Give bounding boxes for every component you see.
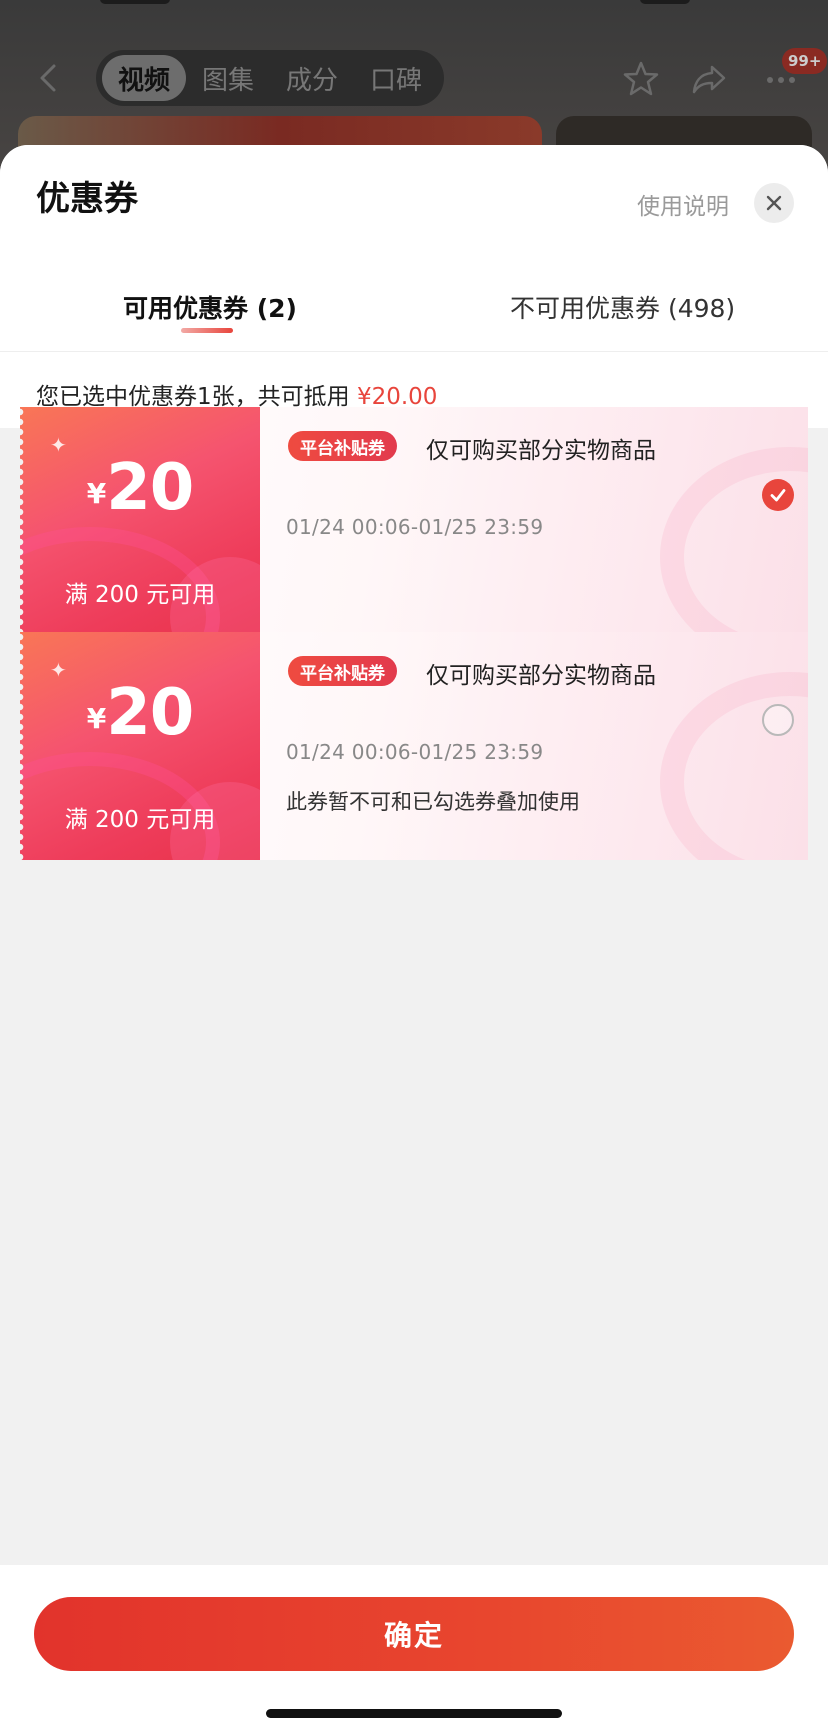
coupon-amount: 20 <box>106 451 194 525</box>
notification-badge: 99+ <box>782 48 828 74</box>
coupon-checkbox-unchecked[interactable] <box>762 704 794 736</box>
coupon-scope: 仅可购买部分实物商品 <box>426 663 656 689</box>
coupon-type-tag: 平台补贴券 <box>288 656 397 686</box>
coupon-condition: 满 200 元可用 <box>64 582 216 608</box>
coupon-value-stub: ✦ ¥20 满 200 元可用 <box>20 407 260 635</box>
coupon-amount: 20 <box>106 676 194 750</box>
sheet-title: 优惠券 <box>36 179 138 219</box>
coupon-condition: 满 200 元可用 <box>64 807 216 833</box>
tab-unavailable-coupons[interactable]: 不可用优惠券 (498) <box>510 289 735 325</box>
coupon-sheet: 优惠券 使用说明 可用优惠券 (2) 不可用优惠券 (498) 您已选中优惠券1… <box>0 145 828 1727</box>
currency-symbol: ¥ <box>86 477 107 510</box>
coupon-value: ¥20 <box>20 676 260 750</box>
sheet-header: 优惠券 使用说明 可用优惠券 (2) 不可用优惠券 (498) 您已选中优惠券1… <box>0 145 828 428</box>
close-icon <box>766 195 782 211</box>
active-tab-indicator <box>181 328 233 333</box>
coupon-value-stub: ✦ ¥20 满 200 元可用 <box>20 632 260 860</box>
page: 视频 图集 成分 口碑 99+ 优惠券 使用说明 可用优惠券 (2) 不可用优惠… <box>0 0 828 1727</box>
home-indicator <box>266 1709 562 1718</box>
tab-video[interactable]: 视频 <box>102 55 186 101</box>
selection-summary: 您已选中优惠券1张，共可抵用 ¥20.00 <box>36 377 437 411</box>
coupon-value: ¥20 <box>20 451 260 525</box>
tab-reviews[interactable]: 口碑 <box>354 55 438 101</box>
currency-symbol: ¥ <box>86 702 107 735</box>
usage-help-link[interactable]: 使用说明 <box>637 187 729 221</box>
coupon-validity: 01/24 00:06-01/25 23:59 <box>286 515 544 539</box>
star-icon[interactable] <box>620 58 662 100</box>
media-tab-bar: 视频 图集 成分 口碑 <box>96 50 444 106</box>
tab-gallery[interactable]: 图集 <box>186 55 270 101</box>
coupon-type-tag: 平台补贴券 <box>288 431 397 461</box>
coupon-checkbox-checked[interactable] <box>762 479 794 511</box>
coupon-decoration <box>660 672 808 860</box>
coupon-card[interactable]: ✦ ¥20 满 200 元可用 平台补贴券 仅可购买部分实物商品 01/24 0… <box>20 632 808 860</box>
share-icon[interactable] <box>688 58 730 100</box>
coupon-scope: 仅可购买部分实物商品 <box>426 438 656 464</box>
divider <box>0 351 828 352</box>
close-button[interactable] <box>754 183 794 223</box>
status-bar <box>0 0 828 8</box>
sheet-footer: 确定 <box>0 1565 828 1727</box>
coupon-stack-note: 此券暂不可和已勾选券叠加使用 <box>286 790 580 814</box>
tab-ingredients[interactable]: 成分 <box>270 55 354 101</box>
back-icon[interactable] <box>30 58 70 98</box>
coupon-decoration <box>660 447 808 635</box>
checkmark-icon <box>770 489 786 502</box>
coupon-card[interactable]: ✦ ¥20 满 200 元可用 平台补贴券 仅可购买部分实物商品 01/24 0… <box>20 407 808 635</box>
confirm-button[interactable]: 确定 <box>34 1597 794 1671</box>
tab-available-coupons[interactable]: 可用优惠券 (2) <box>123 289 297 325</box>
coupon-validity: 01/24 00:06-01/25 23:59 <box>286 740 544 764</box>
